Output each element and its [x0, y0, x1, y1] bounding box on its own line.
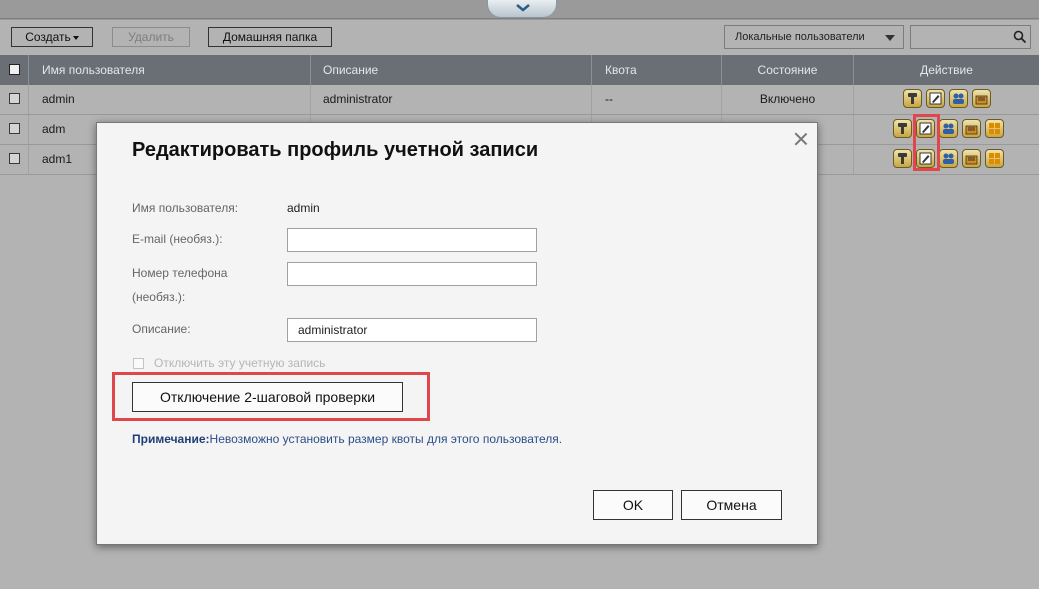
create-button-label: Создать: [25, 30, 71, 44]
row-actions: [854, 115, 1039, 144]
password-icon: [898, 123, 907, 134]
row-checkbox[interactable]: [8, 123, 20, 135]
row-checkbox[interactable]: [8, 153, 20, 165]
row-description: administrator: [311, 85, 592, 114]
header-quota[interactable]: Квота: [592, 55, 722, 85]
create-button[interactable]: Создать: [11, 27, 93, 47]
dropdown-arrow-icon: [885, 35, 895, 41]
shared-folder-permission-button[interactable]: [962, 149, 981, 168]
select-all-checkbox[interactable]: [8, 64, 20, 76]
header-action: Действие: [920, 63, 973, 77]
edit-profile-icon: [929, 92, 942, 105]
username-label: Имя пользователя:: [132, 201, 239, 215]
description-label: Описание:: [132, 322, 191, 336]
email-field[interactable]: [287, 228, 537, 252]
select-all-cell: [0, 55, 29, 85]
row-quota: --: [592, 85, 722, 114]
row-username: admin: [29, 85, 311, 114]
application-privilege-icon: [989, 123, 1000, 134]
search-input[interactable]: [910, 25, 1031, 49]
user-scope-select[interactable]: Локальные пользователи: [724, 25, 904, 49]
user-group-icon: [943, 153, 954, 164]
username-value: admin: [287, 201, 320, 215]
application-privilege-button[interactable]: [985, 149, 1004, 168]
close-icon[interactable]: [794, 132, 808, 146]
user-group-icon: [943, 123, 954, 134]
row-status: Включено: [722, 85, 854, 114]
header-status[interactable]: Состояние: [722, 55, 854, 85]
description-field[interactable]: administrator: [287, 318, 537, 342]
row-checkbox[interactable]: [8, 93, 20, 105]
user-scope-value: Локальные пользователи: [735, 31, 865, 43]
shared-folder-permission-button[interactable]: [972, 89, 991, 108]
chevron-down-icon: [516, 4, 530, 12]
row-checkbox-cell: [0, 85, 29, 114]
row-actions: [854, 145, 1039, 174]
header-username[interactable]: Имя пользователя: [29, 55, 311, 85]
edit-user-group-button[interactable]: [939, 119, 958, 138]
delete-button[interactable]: Удалить: [112, 27, 190, 47]
disable-2step-highlight: [112, 372, 430, 421]
shared-folder-permission-icon: [965, 155, 978, 165]
edit-profile-button[interactable]: [926, 89, 945, 108]
application-privilege-button[interactable]: [985, 119, 1004, 138]
edit-user-group-button[interactable]: [949, 89, 968, 108]
header-description[interactable]: Описание: [311, 55, 592, 85]
phone-field[interactable]: [287, 262, 537, 286]
table-row[interactable]: admin administrator -- Включено: [0, 85, 1039, 115]
dialog-title: Редактировать профиль учетной записи: [132, 139, 539, 161]
home-folder-button[interactable]: Домашняя папка: [208, 27, 332, 47]
phone-label-line2: (необяз.):: [132, 290, 186, 304]
row-checkbox-cell: [0, 115, 29, 144]
change-password-button[interactable]: [903, 89, 922, 108]
edit-profile-dialog: Редактировать профиль учетной записи Имя…: [96, 122, 818, 545]
row-actions: [854, 85, 1039, 114]
edit-user-group-button[interactable]: [939, 149, 958, 168]
quota-note: Примечание:Невозможно установить размер …: [132, 432, 562, 446]
disable-account-checkbox[interactable]: [133, 358, 144, 369]
edit-profile-highlight: [913, 114, 940, 171]
table-header: Имя пользователя Описание Квота Состояни…: [0, 55, 1039, 85]
note-prefix: Примечание:: [132, 432, 210, 446]
password-icon: [898, 153, 907, 164]
shared-folder-permission-button[interactable]: [962, 119, 981, 138]
email-label: E-mail (необяз.):: [132, 232, 223, 246]
create-dropdown-caret-icon: [72, 35, 79, 40]
cancel-button[interactable]: Отмена: [681, 490, 782, 520]
disable-account-label: Отключить эту учетную запись: [154, 356, 326, 370]
row-checkbox-cell: [0, 145, 29, 174]
collapse-panel-tab[interactable]: [487, 0, 557, 18]
change-password-button[interactable]: [893, 149, 912, 168]
user-group-icon: [953, 93, 964, 104]
change-password-button[interactable]: [893, 119, 912, 138]
ok-button[interactable]: OK: [593, 490, 673, 520]
application-privilege-icon: [989, 153, 1000, 164]
shared-folder-permission-icon: [965, 125, 978, 135]
shared-folder-permission-icon: [975, 95, 988, 105]
search-icon[interactable]: [1013, 30, 1027, 44]
note-text: Невозможно установить размер квоты для э…: [209, 432, 563, 446]
password-icon: [908, 93, 917, 104]
phone-label-line1: Номер телефона: [132, 266, 228, 280]
